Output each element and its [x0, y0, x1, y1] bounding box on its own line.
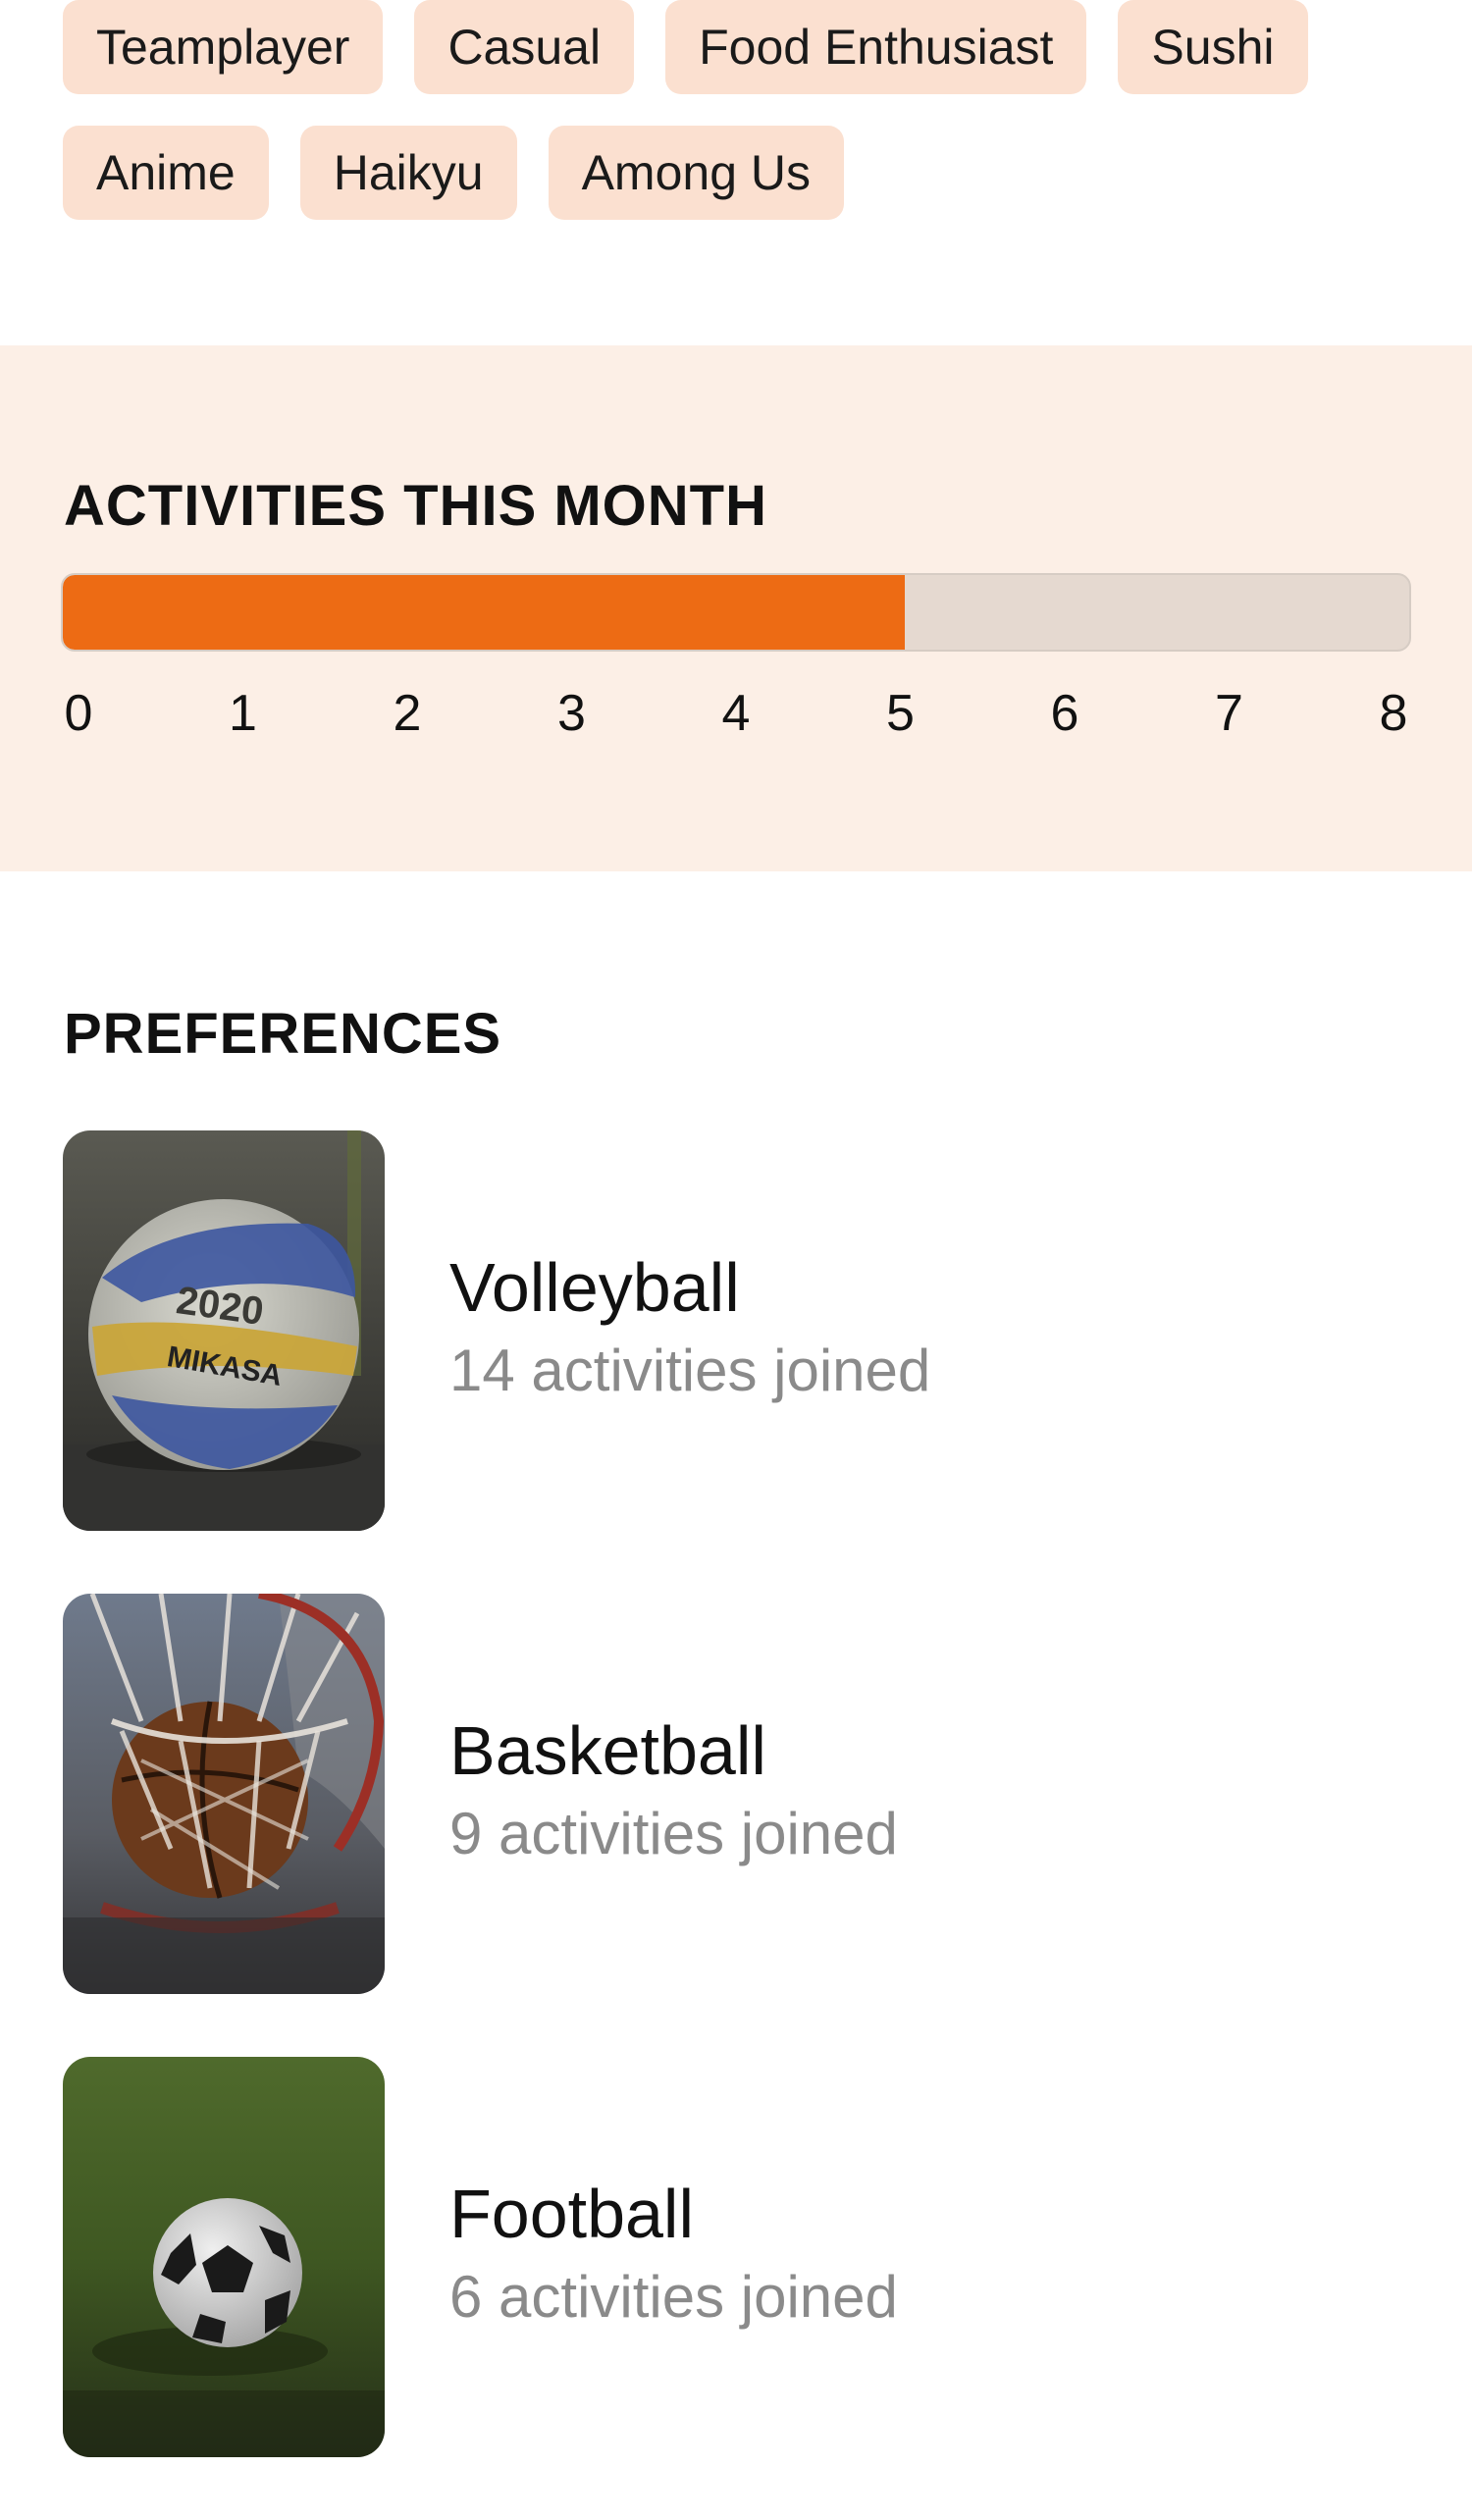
- activities-title: ACTIVITIES THIS MONTH: [64, 474, 767, 538]
- scale-label-0: 0: [64, 685, 93, 742]
- volleyball-image: 2020 MIKASA: [63, 1130, 385, 1531]
- tag-casual[interactable]: Casual: [414, 0, 635, 94]
- scale-label-3: 3: [557, 685, 586, 742]
- preference-item-football[interactable]: Football 6 activities joined: [63, 2057, 1417, 2459]
- preference-item-basketball[interactable]: Basketball 9 activities joined: [63, 1594, 1417, 1996]
- basketball-image: [63, 1594, 385, 1994]
- activities-progress-fill: [63, 575, 905, 650]
- preference-item-volleyball[interactable]: 2020 MIKASA Volleyball 14 activities joi…: [63, 1130, 1417, 1533]
- preferences-list: 2020 MIKASA Volleyball 14 activities joi…: [63, 1130, 1417, 2520]
- scale-label-1: 1: [229, 685, 257, 742]
- activities-progress-bar: [61, 573, 1411, 652]
- interest-tags: Teamplayer Casual Food Enthusiast Sushi …: [63, 0, 1437, 251]
- tag-anime[interactable]: Anime: [63, 126, 269, 220]
- preference-name: Volleyball: [449, 1249, 740, 1326]
- preference-count: 9 activities joined: [449, 1801, 898, 1866]
- preference-count: 6 activities joined: [449, 2264, 898, 2330]
- scale-label-7: 7: [1215, 685, 1243, 742]
- preferences-title: PREFERENCES: [64, 1002, 502, 1066]
- scale-label-2: 2: [393, 685, 422, 742]
- scale-label-5: 5: [886, 685, 915, 742]
- progress-scale: 0 1 2 3 4 5 6 7 8: [61, 684, 1411, 753]
- preference-name: Basketball: [449, 1712, 766, 1789]
- preference-name: Football: [449, 2176, 695, 2252]
- tag-row: Teamplayer Casual Food Enthusiast Sushi: [63, 0, 1437, 94]
- scale-label-8: 8: [1379, 685, 1408, 742]
- scale-label-4: 4: [721, 685, 751, 742]
- tag-food-enthusiast[interactable]: Food Enthusiast: [665, 0, 1087, 94]
- activities-this-month-panel: ACTIVITIES THIS MONTH 0 1 2 3 4 5 6 7 8: [0, 345, 1472, 871]
- preference-count: 14 activities joined: [449, 1338, 931, 1403]
- tag-row: Anime Haikyu Among Us: [63, 126, 1437, 220]
- tag-among-us[interactable]: Among Us: [548, 126, 845, 220]
- tag-sushi[interactable]: Sushi: [1118, 0, 1308, 94]
- football-image: [63, 2057, 385, 2457]
- tag-teamplayer[interactable]: Teamplayer: [63, 0, 384, 94]
- scale-label-6: 6: [1050, 685, 1079, 742]
- tag-haikyu[interactable]: Haikyu: [299, 126, 517, 220]
